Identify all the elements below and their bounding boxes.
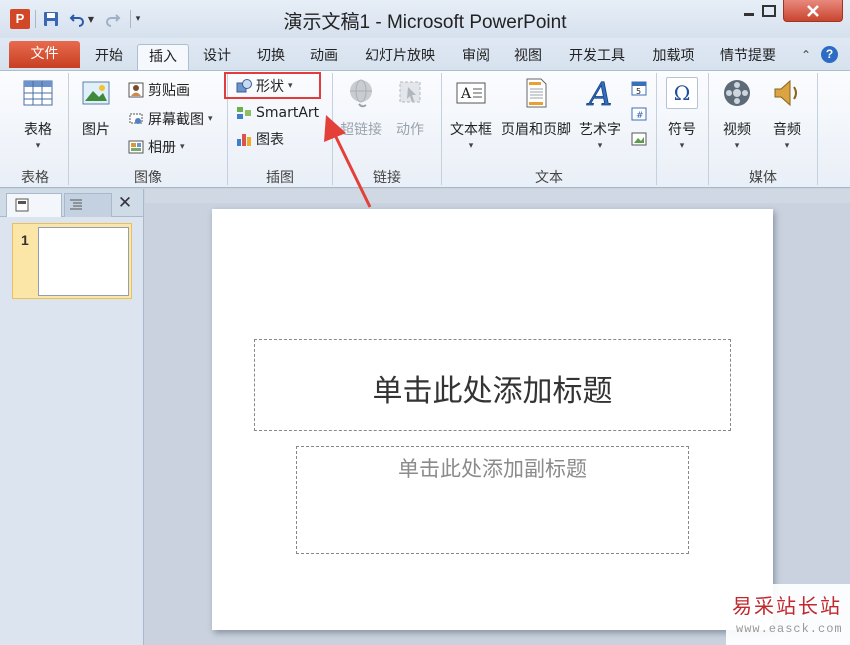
photo-album-button[interactable]: 相册 ▾ bbox=[128, 136, 185, 158]
picture-icon bbox=[80, 77, 112, 109]
group-label-table: 表格 bbox=[21, 170, 49, 186]
slides-pane: ✕ 1 bbox=[0, 189, 144, 645]
action-button[interactable]: 动作 bbox=[390, 77, 430, 139]
slide-thumbnail-item[interactable]: 1 bbox=[12, 223, 132, 299]
tab-insert[interactable]: 插入 bbox=[137, 44, 189, 70]
picture-button[interactable]: 图片 bbox=[74, 77, 118, 139]
clipart-icon bbox=[128, 82, 144, 98]
group-label-images: 图像 bbox=[134, 170, 162, 186]
omega-icon: Ω bbox=[666, 77, 698, 109]
group-separator bbox=[817, 73, 818, 185]
header-footer-icon bbox=[520, 77, 552, 109]
tab-outline[interactable] bbox=[64, 193, 112, 217]
screenshot-icon bbox=[129, 113, 143, 124]
window-title: 演示文稿1 - Microsoft PowerPoint bbox=[283, 12, 567, 33]
video-button[interactable]: 视频 ▾ bbox=[716, 77, 758, 151]
svg-text:5: 5 bbox=[636, 87, 641, 96]
textbox-icon: A bbox=[455, 77, 487, 109]
title-placeholder[interactable]: 单击此处添加标题 bbox=[254, 339, 731, 431]
group-separator bbox=[68, 73, 69, 185]
watermark-url: www.easck.com bbox=[736, 622, 843, 636]
tab-view[interactable]: 视图 bbox=[507, 44, 549, 70]
outline-icon bbox=[70, 199, 82, 210]
close-button[interactable] bbox=[783, 0, 843, 22]
hyperlink-button[interactable]: 超链接 bbox=[336, 77, 386, 139]
tab-review[interactable]: 审阅 bbox=[455, 44, 497, 70]
tab-slides[interactable] bbox=[6, 193, 62, 217]
tab-slideshow[interactable]: 幻灯片放映 bbox=[360, 44, 440, 70]
tab-animations[interactable]: 动画 bbox=[303, 44, 345, 70]
tab-developer[interactable]: 开发工具 bbox=[562, 44, 632, 70]
tab-storyboarding[interactable]: 情节提要 bbox=[713, 44, 783, 70]
photo-album-icon bbox=[128, 140, 144, 154]
editor-top-strip bbox=[145, 189, 850, 203]
textbox-button[interactable]: A 文本框 ▾ bbox=[446, 77, 496, 151]
tab-file[interactable]: 文件 bbox=[9, 41, 80, 68]
insert-object-icon bbox=[631, 132, 647, 146]
maximize-button[interactable] bbox=[754, 0, 784, 22]
slide-canvas[interactable]: 单击此处添加标题 单击此处添加副标题 bbox=[212, 209, 773, 630]
video-icon bbox=[721, 77, 753, 109]
tab-home[interactable]: 开始 bbox=[88, 44, 130, 70]
watermark: 易采站长站 www.easck.com bbox=[726, 584, 850, 645]
chart-icon bbox=[237, 134, 251, 146]
close-pane-icon[interactable]: ✕ bbox=[115, 193, 135, 213]
help-icon[interactable]: ? bbox=[821, 46, 838, 63]
slide-number-button[interactable]: # bbox=[631, 103, 647, 125]
smartart-button[interactable]: SmartArt bbox=[236, 102, 319, 124]
tab-transitions[interactable]: 切换 bbox=[250, 44, 292, 70]
shapes-button[interactable]: 形状 ▾ bbox=[236, 75, 293, 97]
screenshot-button[interactable]: 屏幕截图 ▾ bbox=[128, 108, 213, 130]
table-button[interactable]: 表格 ▾ bbox=[14, 77, 62, 151]
group-separator bbox=[656, 73, 657, 185]
slide-thumbnail[interactable] bbox=[38, 227, 129, 296]
smartart-icon bbox=[237, 107, 251, 119]
svg-text:A: A bbox=[586, 77, 612, 109]
slide-number-icon: # bbox=[631, 107, 647, 121]
svg-text:#: # bbox=[636, 111, 644, 121]
title-bar: P ▼ ▾ 演示文稿1 - Microsoft PowerPoint bbox=[0, 0, 850, 38]
group-label-media: 媒体 bbox=[749, 170, 777, 186]
speaker-icon bbox=[771, 77, 803, 109]
insert-object-button[interactable] bbox=[631, 128, 647, 150]
ribbon-insert: 表格 ▾ 表格 图片 剪贴画 屏幕截图 ▾ 相册 ▾ 图像 形状 ▾ Smart… bbox=[0, 70, 850, 188]
collapse-ribbon-icon[interactable]: ⌃ bbox=[801, 48, 811, 62]
tab-addins[interactable]: 加载项 bbox=[646, 44, 701, 70]
clipart-button[interactable]: 剪贴画 bbox=[128, 79, 190, 101]
group-label-links: 链接 bbox=[373, 170, 401, 186]
table-icon bbox=[22, 77, 54, 109]
date-time-button[interactable]: 5 bbox=[631, 77, 647, 99]
wordart-button[interactable]: A 艺术字 ▾ bbox=[577, 75, 623, 151]
ribbon-tabs: 文件 开始 插入 设计 切换 动画 幻灯片放映 审阅 视图 开发工具 加载项 情… bbox=[0, 38, 850, 70]
slide-number: 1 bbox=[21, 232, 29, 248]
chart-button[interactable]: 图表 bbox=[236, 128, 284, 150]
tab-design[interactable]: 设计 bbox=[196, 44, 238, 70]
group-label-text: 文本 bbox=[535, 170, 563, 186]
date-time-icon: 5 bbox=[631, 81, 647, 96]
action-icon bbox=[394, 77, 426, 109]
svg-text:A: A bbox=[460, 86, 472, 102]
symbol-button[interactable]: Ω 符号 ▾ bbox=[661, 77, 703, 151]
wordart-icon: A bbox=[584, 75, 616, 114]
slides-pane-tabs: ✕ bbox=[0, 189, 143, 217]
header-footer-button[interactable]: 页眉和页脚 bbox=[497, 77, 575, 139]
audio-button[interactable]: 音频 ▾ bbox=[766, 77, 808, 151]
group-label-illustrations: 插图 bbox=[266, 170, 294, 186]
title-placeholder-text: 单击此处添加标题 bbox=[372, 374, 613, 409]
subtitle-placeholder-text: 单击此处添加副标题 bbox=[398, 457, 587, 481]
hyperlink-icon bbox=[345, 77, 377, 109]
shapes-icon bbox=[236, 79, 252, 93]
watermark-logo: 易采站长站 bbox=[732, 594, 842, 618]
subtitle-placeholder[interactable]: 单击此处添加副标题 bbox=[296, 446, 689, 554]
slides-icon bbox=[15, 198, 29, 212]
